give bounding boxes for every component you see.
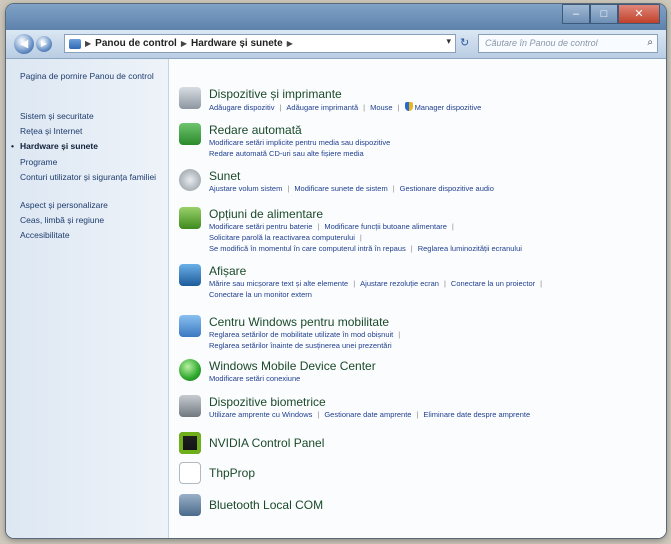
sidebar-item-appearance[interactable]: Aspect și personalizare [20, 200, 166, 210]
printer-icon [179, 87, 201, 109]
add-device-link[interactable]: Adăugare dispozitiv [209, 103, 274, 112]
power-plug-icon [179, 207, 201, 229]
forward-button[interactable]: ▶ [36, 36, 52, 52]
refresh-icon[interactable]: ↻ [460, 36, 469, 49]
search-input[interactable]: Căutare în Panou de control ⌕ [478, 34, 658, 53]
sidebar-item-network[interactable]: Rețea și Internet [20, 126, 166, 136]
presentation-settings-link[interactable]: Reglarea setărilor înainte de susținerea… [209, 341, 392, 350]
category-links: Ajustare volum sistem | Modificare sunete … [209, 184, 494, 193]
device-manager-link[interactable]: Manager dispozitive [415, 103, 482, 112]
mobility-center-icon [179, 315, 201, 337]
document-icon [179, 462, 201, 484]
category-links: Redare automată CD-uri sau alte fișiere … [209, 149, 364, 158]
sidebar: Pagina de pornire Panou de control Siste… [6, 59, 169, 538]
control-panel-icon [69, 38, 81, 49]
maximize-button[interactable]: □ [590, 4, 618, 24]
category-links: Conectare la un monitor extern [209, 290, 312, 299]
connect-projector-link[interactable]: Conectare la un proiector [451, 279, 535, 288]
category-title[interactable]: Dispozitive și imprimante [209, 87, 342, 101]
address-bar[interactable]: ▶ Panou de control ▶ Hardware și sunete … [64, 34, 456, 53]
fingerprint-reader-icon [179, 395, 201, 417]
sleep-settings-link[interactable]: Se modifică în momentul în care computer… [209, 244, 406, 253]
caption-buttons: – □ ✕ [562, 4, 660, 24]
category-title[interactable]: Redare automată [209, 123, 302, 137]
category-title[interactable]: NVIDIA Control Panel [209, 436, 324, 450]
minimize-button[interactable]: – [562, 4, 590, 24]
category-list: Dispozitive și imprimante Adăugare dispo… [169, 59, 666, 538]
mobility-settings-link[interactable]: Reglarea setărilor de mobilitate utiliza… [209, 330, 393, 339]
adjust-volume-link[interactable]: Ajustare volum sistem [209, 184, 282, 193]
text-size-link[interactable]: Mărire sau micșorare text și alte elemen… [209, 279, 348, 288]
breadcrumb-separator-icon: ▶ [286, 39, 293, 48]
speaker-icon [179, 169, 201, 191]
category-title[interactable]: ThpProp [209, 466, 255, 480]
sidebar-item-user-accounts[interactable]: Conturi utilizator și siguranța familiei [20, 172, 166, 182]
monitor-icon [179, 264, 201, 286]
category-title[interactable]: Afișare [209, 264, 246, 278]
battery-settings-link[interactable]: Modificare setări pentru baterie [209, 222, 312, 231]
autoplay-icon [179, 123, 201, 145]
power-buttons-link[interactable]: Modificare funcții butoane alimentare [324, 222, 447, 231]
delete-fingerprints-link[interactable]: Eliminare date despre amprente [423, 410, 530, 419]
manage-audio-devices-link[interactable]: Gestionare dispozitive audio [400, 184, 494, 193]
search-placeholder: Căutare în Panou de control [485, 38, 598, 48]
search-icon[interactable]: ⌕ [647, 37, 653, 48]
mouse-link[interactable]: Mouse [370, 103, 393, 112]
category-title[interactable]: Centru Windows pentru mobilitate [209, 315, 389, 329]
connection-settings-link[interactable]: Modificare setări conexiune [209, 374, 300, 383]
manage-fingerprints-link[interactable]: Gestionare date amprente [324, 410, 411, 419]
category-links: Modificare setări conexiune [209, 374, 300, 383]
control-panel-window: – □ ✕ ◀ ▶ ▶ Panou de control ▶ Hardware … [6, 4, 666, 538]
address-dropdown-icon[interactable]: ▾ [446, 36, 451, 47]
sidebar-item-home[interactable]: Pagina de pornire Panou de control [20, 71, 166, 81]
sync-globe-icon [179, 359, 201, 381]
nvidia-icon [179, 432, 201, 454]
sidebar-item-system-security[interactable]: Sistem și securitate [20, 111, 166, 121]
sidebar-item-accessibility[interactable]: Accesibilitate [20, 230, 166, 240]
back-button[interactable]: ◀ [14, 34, 34, 54]
screen-resolution-link[interactable]: Ajustare rezoluție ecran [360, 279, 439, 288]
category-links: Adăugare dispozitiv | Adăugare imprimantă |… [209, 102, 482, 112]
external-monitor-link[interactable]: Conectare la un monitor extern [209, 290, 312, 299]
sidebar-item-hardware-sound: Hardware și sunete [11, 141, 166, 151]
category-links: Modificare setări pentru baterie | Modific… [209, 222, 454, 231]
category-links: Se modifică în momentul în care computer… [209, 244, 522, 253]
change-media-defaults-link[interactable]: Modificare setări implicite pentru media… [209, 138, 390, 147]
category-title[interactable]: Bluetooth Local COM [209, 498, 323, 512]
category-links: Reglarea setărilor înainte de susținerea… [209, 341, 392, 350]
sidebar-item-clock-language[interactable]: Ceas, limbă și regiune [20, 215, 166, 225]
screen-brightness-link[interactable]: Reglarea luminozității ecranului [418, 244, 522, 253]
category-links: Mărire sau micșorare text și alte elemen… [209, 279, 543, 288]
close-button[interactable]: ✕ [618, 4, 660, 24]
category-links: Solicitare parolă la reactivarea compute… [209, 233, 362, 242]
add-printer-link[interactable]: Adăugare imprimantă [286, 103, 358, 112]
use-fingerprints-link[interactable]: Utilizare amprente cu Windows [209, 410, 312, 419]
breadcrumb-control-panel[interactable]: Panou de control [95, 38, 177, 49]
play-cds-link[interactable]: Redare automată CD-uri sau alte fișiere … [209, 149, 364, 158]
breadcrumb-separator-icon: ▶ [85, 39, 92, 48]
uac-shield-icon [404, 102, 413, 111]
sidebar-item-programs[interactable]: Programe [20, 157, 166, 167]
category-title[interactable]: Opțiuni de alimentare [209, 207, 323, 221]
bluetooth-tool-icon [179, 494, 201, 516]
breadcrumb-separator-icon: ▶ [180, 39, 187, 48]
change-system-sounds-link[interactable]: Modificare sunete de sistem [294, 184, 387, 193]
category-title[interactable]: Sunet [209, 169, 240, 183]
category-title[interactable]: Dispozitive biometrice [209, 395, 326, 409]
category-links: Utilizare amprente cu Windows | Gestionare… [209, 410, 531, 419]
category-title[interactable]: Windows Mobile Device Center [209, 359, 376, 373]
navigation-bar: ◀ ▶ ▶ Panou de control ▶ Hardware și sun… [6, 30, 666, 59]
title-bar[interactable]: – □ ✕ [6, 4, 666, 30]
require-password-link[interactable]: Solicitare parolă la reactivarea compute… [209, 233, 355, 242]
breadcrumb-hardware-sound[interactable]: Hardware și sunete [191, 38, 283, 49]
category-links: Reglarea setărilor de mobilitate utiliza… [209, 330, 401, 339]
category-links: Modificare setări implicite pentru media… [209, 138, 390, 147]
